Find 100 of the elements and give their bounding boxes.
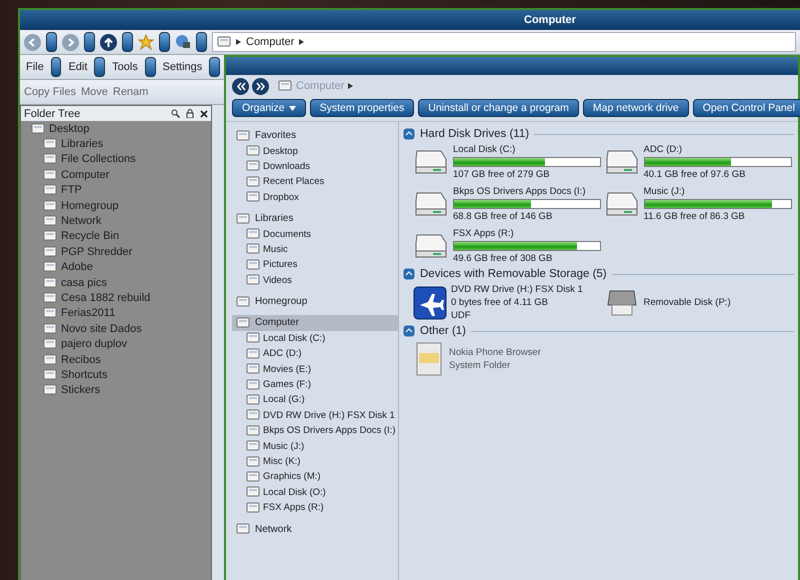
airplane-icon [413, 286, 447, 320]
group-header: Devices with Removable Storage (5) [420, 268, 607, 280]
nav-item[interactable]: Graphics (M:) [232, 469, 398, 485]
tree-item[interactable]: Libraries [61, 138, 104, 150]
nav-item[interactable]: Desktop [232, 143, 398, 159]
device-detail: System Folder [449, 360, 512, 371]
drive-name[interactable]: Music (J:) [644, 186, 792, 197]
nav-item[interactable]: Local Disk (C:) [232, 330, 398, 346]
free-space: 68.8 GB free of 146 GB [453, 211, 554, 222]
chevron-icon [236, 39, 241, 45]
command-button[interactable]: Open Control Panel [692, 99, 800, 117]
drive-name[interactable]: Bkps OS Drivers Apps Docs (I:) [453, 186, 601, 197]
nav-item[interactable]: Movies (E:) [232, 361, 398, 377]
collapse-icon[interactable] [403, 325, 415, 337]
free-space: 49.6 GB free of 308 GB [453, 253, 554, 264]
forward-button[interactable] [252, 78, 269, 94]
search-icon[interactable] [171, 109, 180, 118]
tree-item[interactable]: Desktop [49, 122, 90, 135]
free-space: 107 GB free of 279 GB [453, 169, 551, 180]
nav-item[interactable]: Libraries [232, 210, 398, 226]
command-button[interactable]: Uninstall or change a program [418, 99, 579, 117]
group-header: Other (1) [420, 325, 466, 337]
toolbar-grip[interactable] [209, 57, 220, 77]
address-bar[interactable]: Computer [212, 32, 796, 52]
caret-icon [288, 106, 296, 110]
nav-item[interactable]: Network [232, 521, 398, 537]
toolbar-grip[interactable] [122, 32, 133, 52]
device-name[interactable]: Nokia Phone Browser [449, 347, 541, 358]
free-space: 11.6 GB free of 86.3 GB [644, 211, 746, 222]
chevron-icon [299, 39, 304, 45]
tree-item[interactable]: Network [61, 215, 102, 228]
toolbar-grip[interactable] [144, 57, 156, 77]
star-icon[interactable] [138, 34, 154, 50]
collapse-icon[interactable] [403, 268, 415, 280]
device-name[interactable]: DVD RW Drive (H:) FSX Disk 1 [451, 284, 583, 295]
tree-item[interactable]: Recibos [61, 354, 101, 366]
lock-icon[interactable] [186, 109, 194, 118]
tree-item[interactable]: FTP [61, 184, 82, 196]
group-header: Hard Disk Drives (11) [420, 128, 530, 140]
drive-name[interactable]: Local Disk (C:) [453, 144, 601, 155]
toolbar-action[interactable]: Move [80, 86, 108, 98]
nav-item[interactable]: Music (J:) [232, 438, 398, 454]
back-button[interactable] [232, 78, 249, 94]
tree-item[interactable]: Computer [61, 168, 110, 181]
tree-item[interactable]: casa pics [61, 276, 107, 289]
nav-item[interactable]: Bkps OS Drivers Apps Docs (I:) [232, 423, 398, 438]
tree-item[interactable]: Ferias2011 [61, 307, 116, 320]
tree-item[interactable]: Stickers [61, 384, 100, 396]
toolbar-grip[interactable] [46, 32, 57, 52]
nav-item[interactable]: Misc (K:) [232, 454, 398, 470]
forward-icon [66, 38, 75, 46]
toolbar-grip[interactable] [84, 32, 95, 52]
nav-item[interactable]: Games (F:) [232, 376, 398, 392]
menu-item[interactable]: Edit [66, 61, 90, 73]
nav-item[interactable]: FSX Apps (R:) [232, 500, 398, 516]
tree-item[interactable]: Shortcuts [61, 368, 108, 381]
toolbar-grip[interactable] [94, 57, 106, 77]
command-button[interactable]: System properties [310, 99, 414, 117]
forward-icon [256, 82, 266, 90]
menu-item[interactable]: Tools [110, 61, 140, 73]
nav-item[interactable]: Dropbox [232, 190, 398, 205]
drive-name[interactable]: FSX Apps (R:) [453, 228, 601, 239]
nav-item[interactable]: Homegroup [232, 294, 398, 310]
nav-item[interactable]: Downloads [232, 158, 398, 174]
nav-item[interactable]: Recent Places [232, 174, 398, 190]
tree-item[interactable]: pajero duplov [61, 338, 128, 350]
device-name[interactable]: Removable Disk (P:) [644, 297, 731, 308]
nav-item[interactable]: Music [232, 242, 398, 258]
tree-item[interactable]: Adobe [61, 261, 93, 274]
nav-item[interactable]: Documents [232, 226, 398, 242]
nav-item[interactable]: Favorites [232, 128, 398, 144]
nav-item[interactable]: Pictures [232, 257, 398, 273]
nav-item[interactable]: ADC (D:) [232, 346, 398, 362]
tree-item[interactable]: Homegroup [61, 200, 118, 212]
up-arrow-icon [104, 38, 113, 46]
toolbar-action[interactable]: Copy Files [24, 86, 76, 98]
toolbar-grip[interactable] [196, 32, 207, 52]
nav-item[interactable]: DVD RW Drive (H:) FSX Disk 1 [232, 408, 398, 424]
nav-item[interactable]: Computer [232, 315, 398, 331]
tree-item[interactable]: Recycle Bin [61, 230, 120, 242]
tree-item[interactable]: PGP Shredder [61, 246, 132, 258]
menu-item[interactable]: Settings [160, 61, 204, 73]
drive-name[interactable]: ADC (D:) [644, 144, 792, 155]
command-button[interactable]: Map network drive [582, 99, 689, 117]
tree-item[interactable]: Novo site Dados [61, 322, 142, 335]
close-icon[interactable] [200, 110, 208, 118]
command-button[interactable]: Organize [232, 99, 306, 117]
menu-item[interactable]: File [24, 61, 46, 73]
nav-item[interactable]: Local (G:) [232, 392, 398, 408]
up-button[interactable] [100, 34, 117, 50]
toolbar-grip[interactable] [159, 32, 170, 52]
tree-item[interactable]: File Collections [61, 153, 136, 166]
tree-item[interactable]: Cesa 1882 rebuild [61, 292, 150, 304]
panel-title: Folder Tree [24, 108, 82, 120]
collapse-icon[interactable] [403, 128, 415, 140]
nav-item[interactable]: Videos [232, 272, 398, 288]
toolbar-action[interactable]: Renam [112, 86, 148, 98]
toolbar-grip[interactable] [50, 57, 62, 77]
free-space: 40.1 GB free of 97.6 GB [644, 169, 746, 180]
nav-item[interactable]: Local Disk (O:) [232, 484, 398, 500]
